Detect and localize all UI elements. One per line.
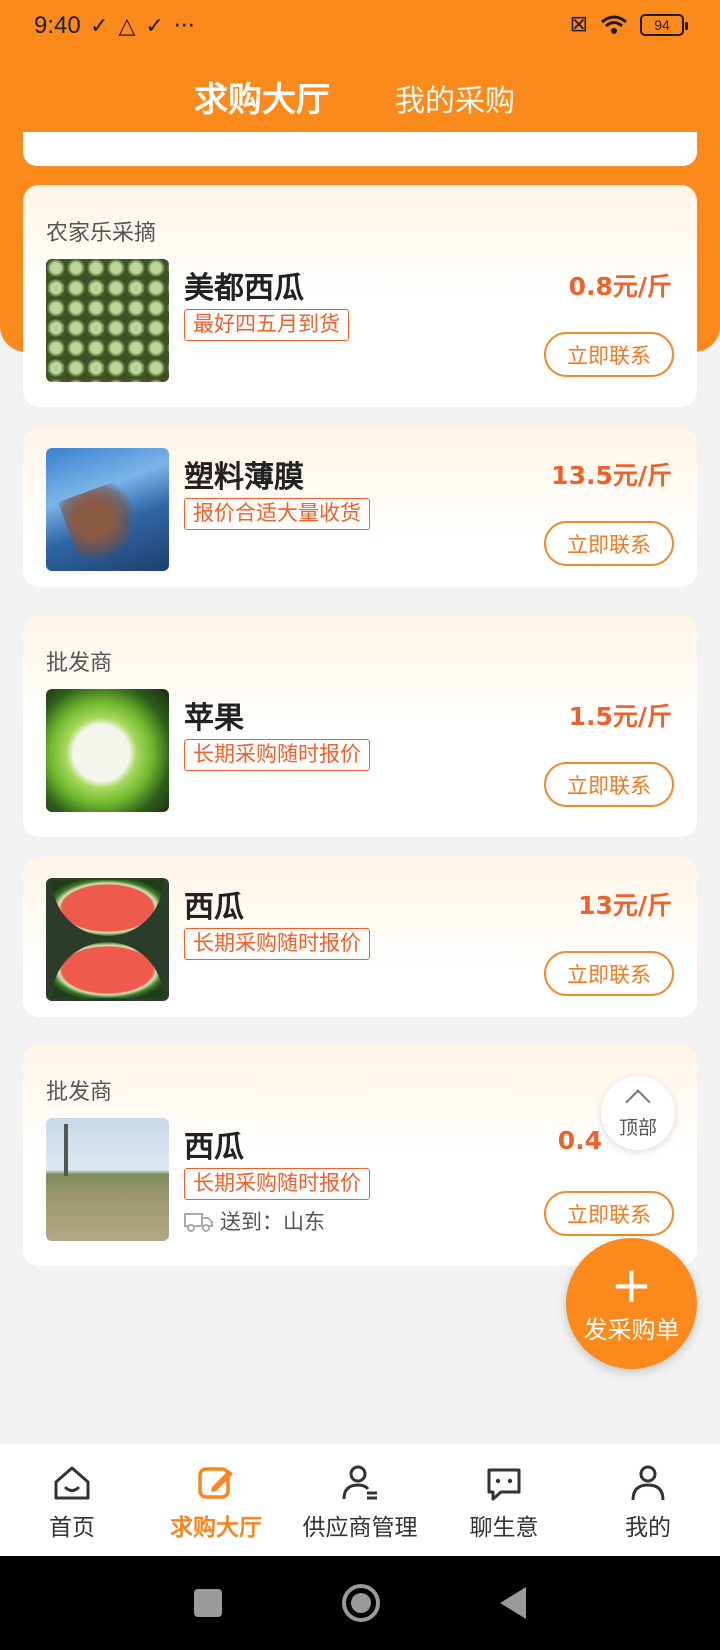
tab-purchase-hall[interactable]: 求购大厅 xyxy=(194,72,330,121)
requirement-tag: 长期采购随时报价 xyxy=(184,739,370,771)
delivery-info: 送到：山东 xyxy=(184,1206,325,1236)
price: 13.5元/斤 xyxy=(551,461,672,490)
price: 13元/斤 xyxy=(578,891,672,920)
nav-label-profile: 我的 xyxy=(625,1515,671,1541)
requirement-tag: 长期采购随时报价 xyxy=(184,1168,370,1200)
contact-button[interactable]: 立即联系 xyxy=(544,521,674,566)
product-title: 西瓜 xyxy=(184,1130,244,1165)
home-icon xyxy=(54,1466,90,1500)
list-item[interactable]: 批发商 苹果 长期采购随时报价 1.5元/斤 立即联系 xyxy=(23,615,697,837)
seller-name: 农家乐采摘 xyxy=(46,221,157,246)
contact-button[interactable]: 立即联系 xyxy=(544,1191,674,1236)
product-image xyxy=(46,878,169,1001)
notification-icons: ✓ △ ✓ ··· xyxy=(90,14,195,39)
scroll-to-top-button[interactable]: 顶部 xyxy=(601,1076,675,1150)
truck-icon xyxy=(184,1213,213,1232)
scroll-to-top-label: 顶部 xyxy=(618,1116,657,1139)
nav-item-supplier-management[interactable]: 供应商管理 xyxy=(288,1444,432,1556)
nav-label-purchase-hall: 求购大厅 xyxy=(170,1515,262,1541)
back-button[interactable] xyxy=(500,1587,526,1619)
list-item[interactable]: 西瓜 长期采购随时报价 13元/斤 立即联系 xyxy=(23,857,697,1017)
product-image xyxy=(46,259,169,382)
list-item[interactable]: 批发商 西瓜 长期采购随时报价 0.4 送到：山东 立即联系 xyxy=(23,1044,697,1266)
system-navigation-bar xyxy=(0,1556,720,1650)
nav-item-purchase-hall[interactable]: 求购大厅 xyxy=(144,1444,288,1556)
seller-name: 批发商 xyxy=(46,1080,113,1105)
nav-item-profile[interactable]: 我的 xyxy=(576,1444,720,1556)
requirement-tag: 最好四五月到货 xyxy=(184,309,349,341)
check-icon: ✓ xyxy=(90,14,109,39)
list-item-partial xyxy=(23,132,697,166)
product-image xyxy=(46,448,169,571)
requirement-tag: 报价合适大量收货 xyxy=(184,498,370,530)
contact-button[interactable]: 立即联系 xyxy=(544,762,674,807)
more-dots-icon: ··· xyxy=(173,14,195,39)
battery-icon: 94 xyxy=(640,13,688,36)
price: 1.5元/斤 xyxy=(568,702,672,731)
nav-item-chat[interactable]: 聊生意 xyxy=(432,1444,576,1556)
product-title: 美都西瓜 xyxy=(184,271,304,306)
home-button[interactable] xyxy=(342,1584,380,1622)
sim-x-icon: ⊠ xyxy=(569,12,588,37)
delivery-destination: 送到：山东 xyxy=(220,1210,325,1234)
plus-icon: + xyxy=(610,1256,653,1314)
system-icons: ⊠ 94 xyxy=(569,12,688,37)
nav-label-home: 首页 xyxy=(49,1515,95,1541)
list-item[interactable]: 农家乐采摘 美都西瓜 最好四五月到货 0.8元/斤 立即联系 xyxy=(23,185,697,407)
wifi-icon xyxy=(601,15,627,34)
recent-apps-button[interactable] xyxy=(194,1589,222,1617)
profile-icon xyxy=(631,1465,665,1501)
tab-my-purchases[interactable]: 我的采购 xyxy=(395,76,515,120)
product-title: 塑料薄膜 xyxy=(184,460,304,495)
product-title: 苹果 xyxy=(184,701,244,736)
battery-level: 94 xyxy=(654,16,670,33)
post-purchase-order-button[interactable]: + 发采购单 xyxy=(566,1238,697,1369)
nav-label-chat: 聊生意 xyxy=(469,1515,539,1541)
supplier-icon xyxy=(342,1465,377,1500)
status-bar: 9:40 ✓ △ ✓ ··· ⊠ 94 xyxy=(0,0,720,56)
contact-button[interactable]: 立即联系 xyxy=(544,332,674,377)
chevron-up-icon xyxy=(625,1088,651,1115)
fab-label: 发采购单 xyxy=(583,1316,680,1344)
header-tabs: 求购大厅 我的采购 xyxy=(0,70,720,122)
price: 0.4 xyxy=(557,1126,602,1155)
bottom-navigation: 首页 求购大厅 供应商管理 聊生意 我的 xyxy=(0,1444,720,1556)
product-image xyxy=(46,1118,169,1241)
check-icon: ✓ xyxy=(145,14,164,39)
product-image xyxy=(46,689,169,812)
nav-item-home[interactable]: 首页 xyxy=(0,1444,144,1556)
list-item[interactable]: 塑料薄膜 报价合适大量收货 13.5元/斤 立即联系 xyxy=(23,427,697,587)
chat-icon xyxy=(487,1468,521,1501)
product-title: 西瓜 xyxy=(184,890,244,925)
requirement-tag: 长期采购随时报价 xyxy=(184,928,370,960)
warning-icon: △ xyxy=(118,14,136,39)
edit-icon xyxy=(198,1467,233,1499)
seller-name: 批发商 xyxy=(46,651,113,676)
contact-button[interactable]: 立即联系 xyxy=(544,951,674,996)
nav-label-supplier-management: 供应商管理 xyxy=(302,1515,418,1541)
price: 0.8元/斤 xyxy=(568,272,672,301)
status-time: 9:40 xyxy=(34,12,81,39)
